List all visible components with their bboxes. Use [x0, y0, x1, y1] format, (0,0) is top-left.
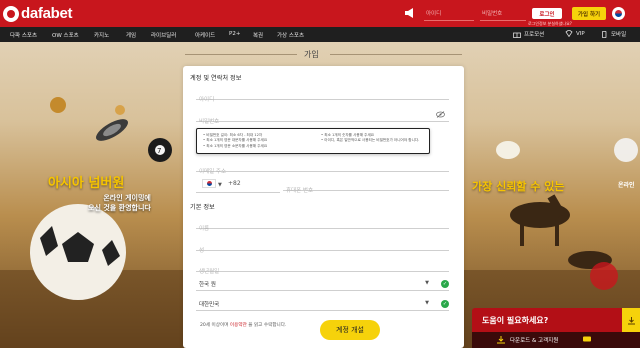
country-select[interactable]: 대한민국 ▼ ✓	[196, 297, 449, 311]
password-rule: 최소 1개의 영문 소문자를 사용해 주세요	[203, 144, 311, 149]
password-rules-tooltip: 비밀번호 길이: 최소 6자 - 최대 12자 최소 1개의 영문 대문자를 사…	[196, 128, 430, 154]
password-input[interactable]	[196, 115, 449, 129]
username-field[interactable]	[196, 86, 449, 107]
chevron-down-icon: ▼	[218, 182, 222, 188]
gift-icon	[513, 32, 521, 38]
logo-icon	[3, 5, 19, 22]
registration-form: 계정 및 연락처 정보 비밀번호 길이: 최소 6자 - 최대 12자 최소 1…	[183, 66, 464, 348]
download-icon	[497, 336, 505, 344]
language-flag-icon[interactable]	[612, 7, 625, 20]
mobile-icon	[602, 30, 607, 38]
header-username-input[interactable]	[424, 7, 474, 21]
last-name-input[interactable]	[196, 244, 449, 258]
banner-right-edge-text: 온라인	[618, 182, 635, 189]
nav-item-casino[interactable]: 카지노	[94, 31, 109, 39]
chat-icon[interactable]	[582, 335, 592, 344]
currency-select[interactable]: 한국 원 ▼ ✓	[196, 277, 449, 291]
country-value: 대한민국	[199, 302, 220, 308]
password-field[interactable]	[196, 108, 449, 129]
nav-mobile[interactable]: 모바일	[600, 30, 626, 38]
nav-promotions[interactable]: 프로모션	[513, 30, 544, 38]
eye-slash-icon[interactable]	[436, 111, 445, 118]
page-title: 가입	[304, 50, 319, 59]
header-password-input[interactable]	[480, 7, 526, 21]
dob-field[interactable]	[196, 258, 449, 279]
check-icon: ✓	[441, 300, 449, 308]
banner-left-title: 아시아 넘버원	[48, 176, 125, 191]
help-title: 도움이 필요하세요?	[482, 316, 549, 325]
title-divider-left	[185, 54, 297, 55]
password-rules-right: 최소 1개의 숫자를 사용해 주세요 아이디, 혹은 일반적으로 사용되는 비밀…	[321, 133, 427, 144]
phone-country-code: +82	[228, 180, 241, 187]
nav-item-ow-sports[interactable]: OW 스포츠	[52, 31, 79, 39]
megaphone-icon[interactable]	[404, 7, 416, 19]
join-button[interactable]: 가입 하기	[572, 7, 606, 20]
username-input[interactable]	[196, 93, 449, 107]
banner-left-sub-line1: 온라인 게이밍에	[103, 194, 151, 202]
nav-vip[interactable]: VIP	[565, 30, 585, 37]
banner-left-subtitle: 온라인 게이밍에 오신 것을 환영합니다	[88, 193, 151, 213]
banner-left-sub-line2: 오신 것을 환영합니다	[88, 204, 151, 212]
title-divider-right	[330, 54, 462, 55]
email-field[interactable]	[196, 158, 449, 179]
banner-right-title: 가장 신뢰할 수 있는	[472, 180, 565, 193]
nav-item-dafa-sports[interactable]: 다파 스포츠	[10, 31, 37, 39]
terms-text: 20세 이상이며 이용약관 을 읽고 수락합니다.	[200, 322, 286, 328]
check-icon: ✓	[441, 280, 449, 288]
nav-item-arcade[interactable]: 아케이드	[195, 31, 215, 39]
nav-item-live-dealer[interactable]: 라이브딜러	[151, 31, 176, 39]
terms-prefix: 20세 이상이며	[200, 323, 230, 328]
download-icon	[627, 316, 635, 324]
main-nav: 다파 스포츠 OW 스포츠 카지노 게임 라이브딜러 아케이드 P2+ 복권 가…	[0, 27, 640, 42]
last-name-field[interactable]	[196, 237, 449, 258]
diamond-icon	[565, 30, 573, 37]
nav-promotions-label: 프로모션	[524, 32, 545, 38]
logo-text: dafabet	[21, 5, 73, 22]
first-name-field[interactable]	[196, 215, 449, 236]
nav-mobile-label: 모바일	[611, 32, 627, 38]
download-button[interactable]	[622, 308, 640, 332]
chevron-down-icon: ▼	[425, 300, 429, 306]
nav-item-virtual-sports[interactable]: 가상 스포츠	[277, 31, 304, 39]
svg-text:7: 7	[157, 147, 161, 155]
currency-value: 한국 원	[199, 282, 216, 288]
password-rules-left: 비밀번호 길이: 최소 6자 - 최대 12자 최소 1개의 영문 대문자를 사…	[203, 133, 311, 149]
nav-vip-label: VIP	[576, 30, 585, 37]
top-header: dafabet 로그인 로그인정보 분실하셨나요? 가입 하기	[0, 0, 640, 27]
open-account-button[interactable]: 계정 개설	[320, 320, 380, 340]
chevron-down-icon: ▼	[425, 280, 429, 286]
terms-suffix: 을 읽고 수락합니다.	[246, 323, 287, 328]
section-title-basic: 기본 정보	[190, 204, 215, 211]
phone-prefix-underline	[196, 192, 280, 193]
phone-field[interactable]	[283, 177, 449, 198]
section-title-account: 계정 및 연락처 정보	[190, 75, 242, 82]
password-rule: 아이디, 혹은 일반적으로 사용되는 비밀번호가 아니어야 합니다.	[321, 138, 427, 143]
terms-link[interactable]: 이용약관	[230, 323, 247, 328]
help-widget[interactable]: 도움이 필요하세요? 다운로드 & 고객지원	[472, 308, 640, 348]
nav-item-games[interactable]: 게임	[126, 31, 136, 39]
nav-item-p2[interactable]: P2+	[229, 31, 240, 37]
first-name-input[interactable]	[196, 222, 449, 236]
phone-input[interactable]	[283, 184, 449, 198]
help-subtitle[interactable]: 다운로드 & 고객지원	[510, 336, 558, 344]
nav-item-lottery[interactable]: 복권	[253, 31, 263, 39]
login-button[interactable]: 로그인	[532, 8, 562, 19]
korea-flag-icon	[202, 179, 216, 188]
dafabet-logo[interactable]: dafabet	[3, 5, 73, 22]
